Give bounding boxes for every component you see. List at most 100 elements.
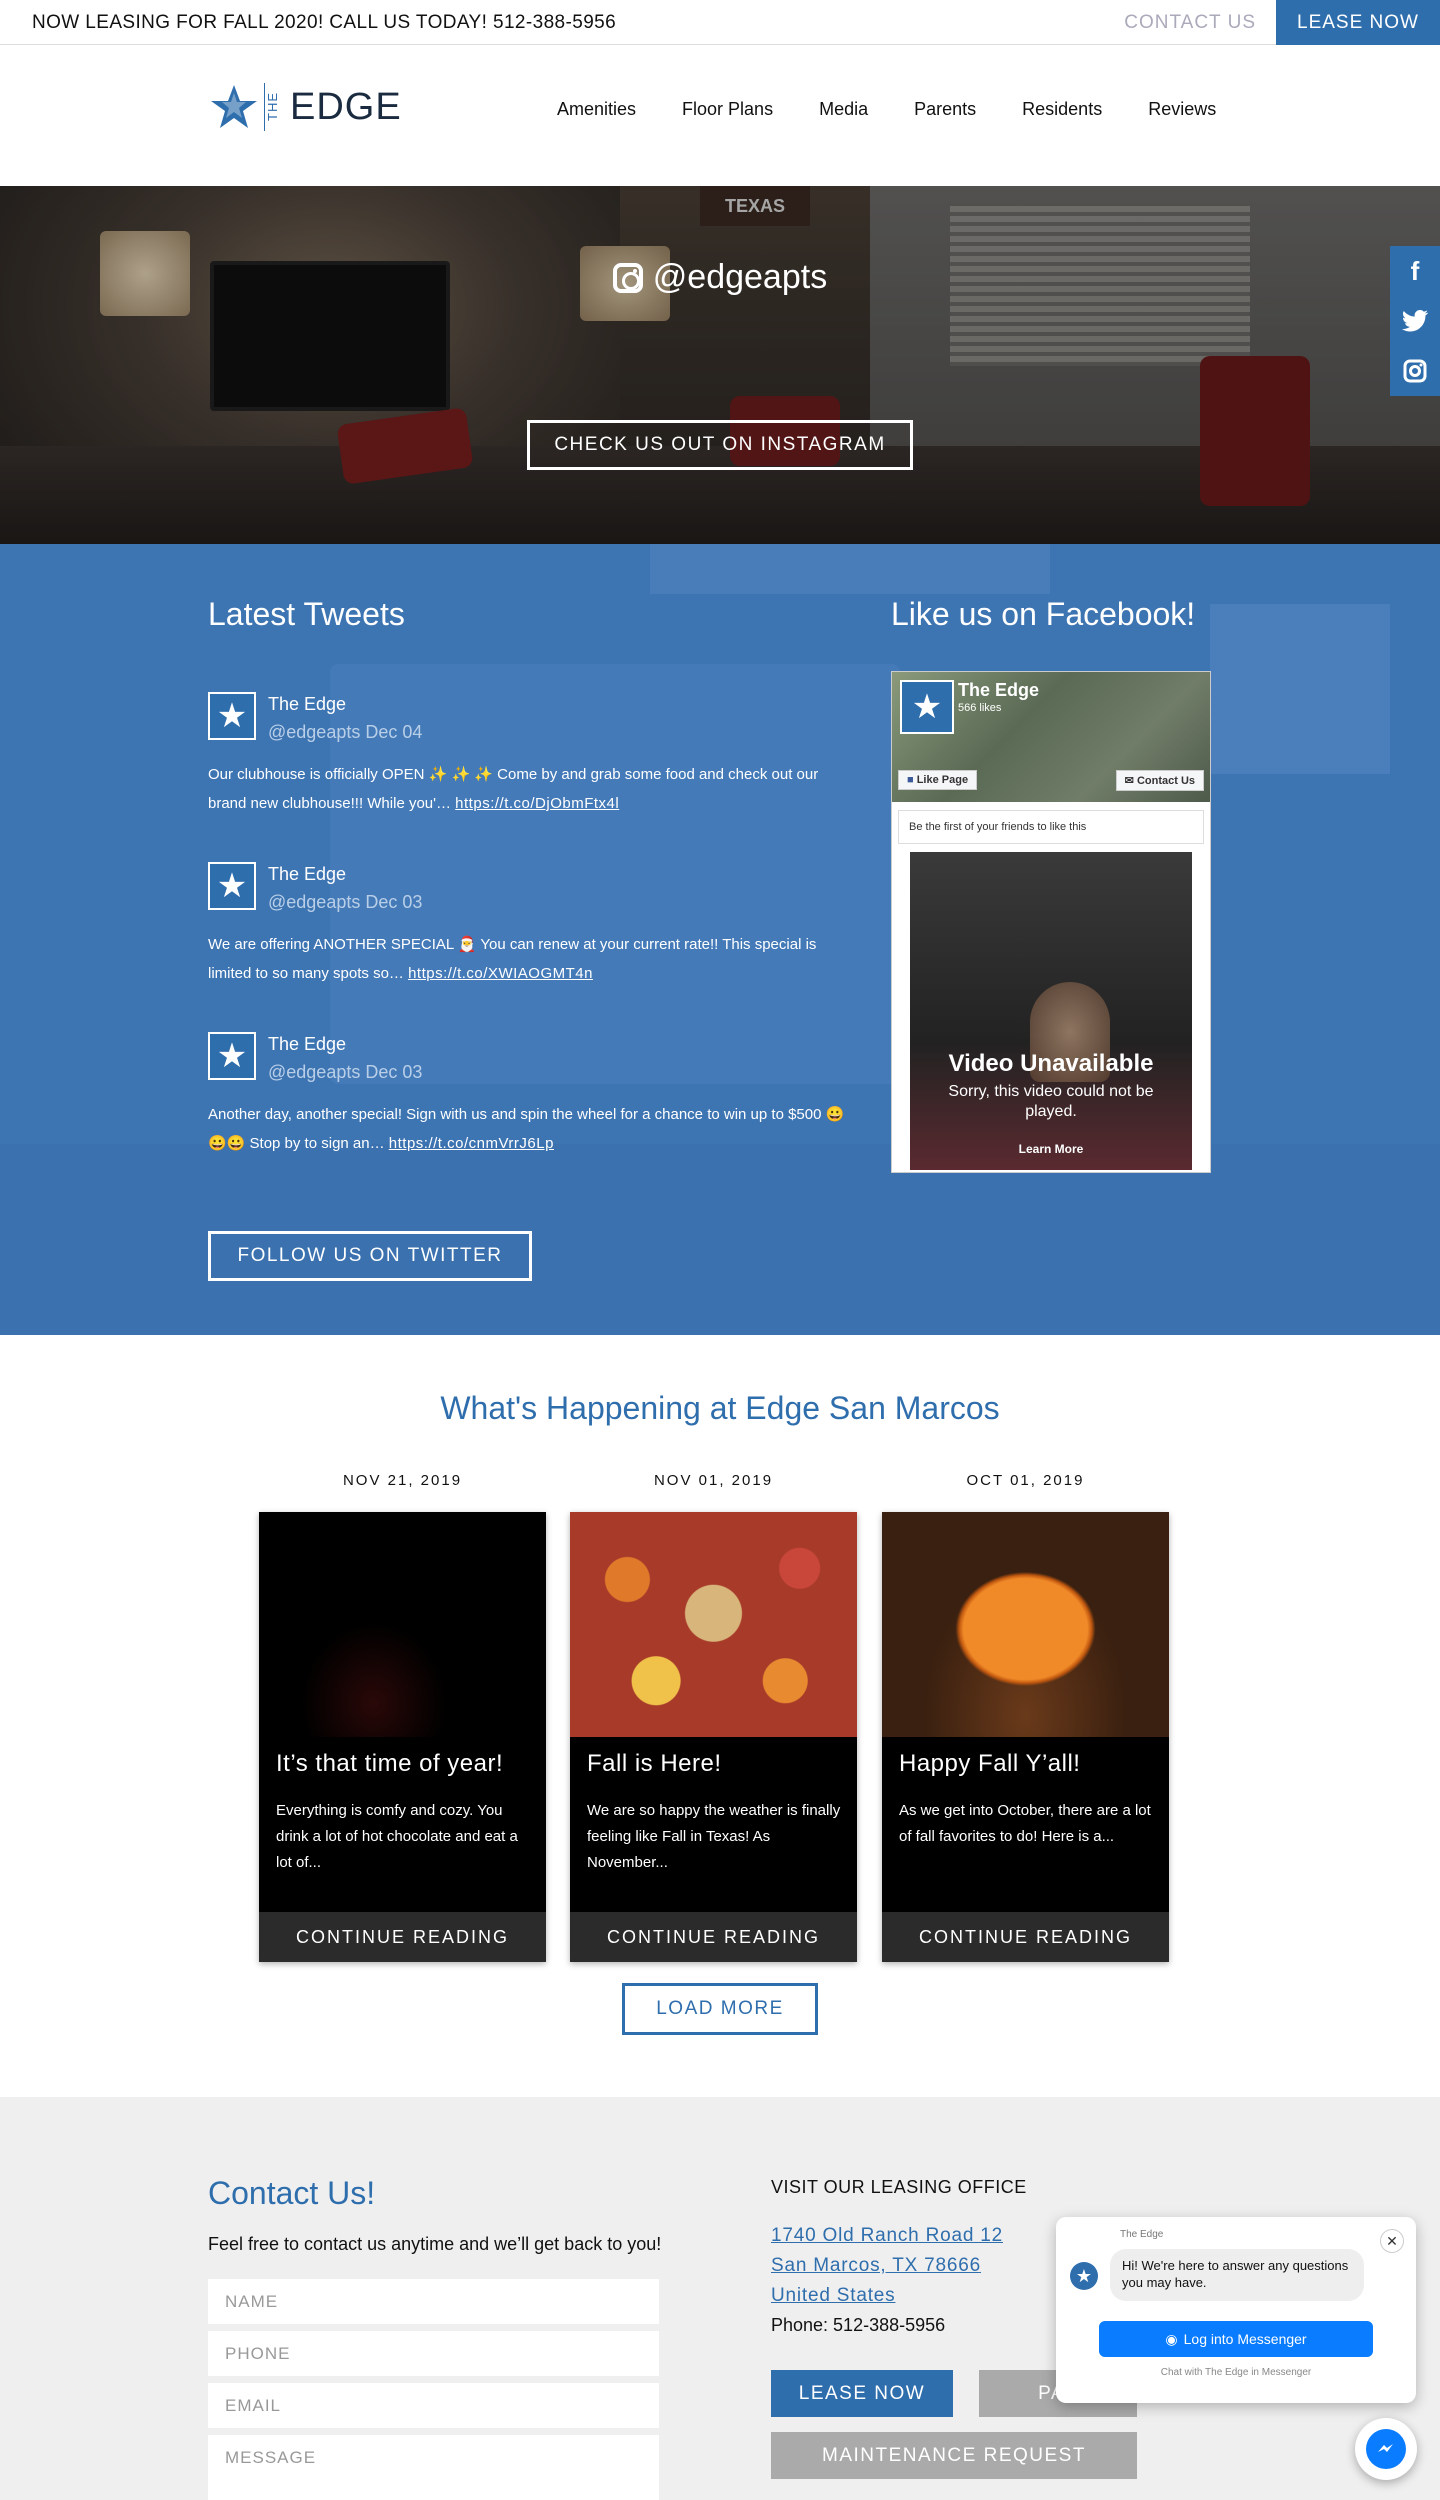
tweet-handle[interactable]: @edgeapts xyxy=(268,892,360,912)
messenger-chat-widget: The Edge ★ Hi! We're here to answer any … xyxy=(1056,2217,1416,2403)
post-date: NOV 01, 2019 xyxy=(653,1472,774,1489)
address-line-2[interactable]: San Marcos, TX 78666 xyxy=(771,2255,981,2277)
tweet-author[interactable]: The Edge xyxy=(268,694,346,715)
message-field[interactable]: MESSAGE xyxy=(208,2435,659,2500)
facebook-icon[interactable]: f xyxy=(1390,246,1440,296)
messenger-footer: Chat with The Edge in Messenger xyxy=(1160,2367,1312,2378)
facebook-contact-button[interactable]: ✉ Contact Us xyxy=(1115,770,1204,791)
post-date: OCT 01, 2019 xyxy=(966,1472,1085,1489)
nav-media[interactable]: Media xyxy=(819,99,868,120)
tweet-avatar-star-icon[interactable]: ★ xyxy=(208,862,256,910)
post-date: NOV 21, 2019 xyxy=(342,1472,463,1489)
messenger-launcher-button[interactable] xyxy=(1355,2418,1417,2480)
facebook-widget: ★ The Edge 566 likes ■ Like Page ✉ Conta… xyxy=(891,671,1211,1173)
nav-floor-plans[interactable]: Floor Plans xyxy=(682,99,773,120)
facebook-video[interactable]: Video Unavailable Sorry, this video coul… xyxy=(910,852,1192,1170)
instagram-button[interactable]: CHECK US OUT ON INSTAGRAM xyxy=(527,420,913,470)
follow-twitter-button[interactable]: FOLLOW US ON TWITTER xyxy=(208,1231,532,1281)
tweet-date: Dec 04 xyxy=(365,722,423,742)
post-card[interactable]: Fall is Here! We are so happy the weathe… xyxy=(570,1512,857,1962)
phone-field[interactable]: PHONE xyxy=(208,2331,659,2376)
facebook-f-icon: ■ xyxy=(907,774,917,786)
facebook-page-avatar-star-icon[interactable]: ★ xyxy=(900,680,954,734)
social-feed-section: Latest Tweets Like us on Facebook! ★ The… xyxy=(0,544,1440,1335)
tweet-author[interactable]: The Edge xyxy=(268,1034,346,1055)
nav-amenities[interactable]: Amenities xyxy=(557,99,636,120)
tweet-link[interactable]: https://t.co/XWIAOGMT4n xyxy=(408,965,593,982)
logo-the: THE xyxy=(264,83,284,131)
tweet-meta: @edgeapts Dec 04 xyxy=(268,722,422,743)
post-image-lights-tunnel[interactable] xyxy=(259,1512,546,1737)
facebook-contact-label: Contact Us xyxy=(1136,775,1195,787)
close-icon[interactable]: ✕ xyxy=(1380,2229,1404,2253)
post-image-pumpkin[interactable] xyxy=(882,1512,1169,1737)
instagram-handle[interactable]: @edgeapts xyxy=(0,258,1440,297)
tweet-link[interactable]: https://t.co/DjObmFtx4l xyxy=(455,795,619,812)
happening-heading: What's Happening at Edge San Marcos xyxy=(440,1390,1000,1426)
tweet-handle[interactable]: @edgeapts xyxy=(268,722,360,742)
messenger-icon xyxy=(1366,2429,1406,2469)
facebook-heading: Like us on Facebook! xyxy=(891,596,1196,632)
post-card[interactable]: It’s that time of year! Everything is co… xyxy=(259,1512,546,1962)
instagram-icon xyxy=(1403,359,1427,383)
site-header: THE EDGE Amenities Floor Plans Media Par… xyxy=(0,45,1440,186)
tweet-link[interactable]: https://t.co/cnmVrrJ6Lp xyxy=(389,1135,554,1152)
nav-residents[interactable]: Residents xyxy=(1022,99,1102,120)
hero-overlay xyxy=(0,186,1440,544)
tweet-avatar-star-icon[interactable]: ★ xyxy=(208,692,256,740)
footer-lease-now-button[interactable]: LEASE NOW xyxy=(771,2370,953,2417)
post-title[interactable]: It’s that time of year! xyxy=(276,1750,503,1778)
facebook-like-label: Like Page xyxy=(916,774,969,786)
facebook-friends-text: Be the first of your friends to like thi… xyxy=(898,810,1204,844)
load-more-button[interactable]: LOAD MORE xyxy=(622,1983,818,2035)
tweet-text: Our clubhouse is officially OPEN ✨ ✨ ✨ C… xyxy=(208,760,848,818)
address-line-3[interactable]: United States xyxy=(771,2285,895,2307)
facebook-like-button[interactable]: ■ Like Page xyxy=(898,770,978,790)
top-bar: NOW LEASING FOR FALL 2020! CALL US TODAY… xyxy=(0,0,1440,45)
continue-reading-button[interactable]: CONTINUE READING xyxy=(570,1912,857,1962)
continue-reading-button[interactable]: CONTINUE READING xyxy=(882,1912,1169,1962)
facebook-cover-image[interactable]: ★ The Edge 566 likes ■ Like Page ✉ Conta… xyxy=(892,672,1210,802)
tweet-handle[interactable]: @edgeapts xyxy=(268,1062,360,1082)
tweet-meta: @edgeapts Dec 03 xyxy=(268,892,422,913)
post-title[interactable]: Happy Fall Y’all! xyxy=(899,1750,1080,1778)
tweet-meta: @edgeapts Dec 03 xyxy=(268,1062,422,1083)
tweet-date: Dec 03 xyxy=(365,1062,423,1082)
instagram-sidebar-icon[interactable] xyxy=(1390,346,1440,396)
facebook-page-name[interactable]: The Edge xyxy=(958,680,1039,701)
blog-post-card: NOV 01, 2019 Fall is Here! We are so hap… xyxy=(570,1472,857,1962)
name-field[interactable]: NAME xyxy=(208,2279,659,2324)
envelope-icon: ✉ xyxy=(1124,775,1137,787)
post-card[interactable]: Happy Fall Y’all! As we get into October… xyxy=(882,1512,1169,1962)
site-logo[interactable]: THE EDGE xyxy=(210,83,402,131)
messenger-page-name: The Edge xyxy=(1120,2229,1164,2240)
tweet-avatar-star-icon[interactable]: ★ xyxy=(208,1032,256,1080)
email-field[interactable]: EMAIL xyxy=(208,2383,659,2428)
nav-parents[interactable]: Parents xyxy=(914,99,976,120)
instagram-icon xyxy=(612,262,643,293)
latest-tweets-heading: Latest Tweets xyxy=(208,596,405,632)
messenger-login-label: Log into Messenger xyxy=(1183,2331,1307,2347)
post-title[interactable]: Fall is Here! xyxy=(587,1750,722,1778)
address-line-1[interactable]: 1740 Old Ranch Road 12 xyxy=(771,2225,1003,2247)
contact-heading: Contact Us! xyxy=(208,2175,376,2211)
instagram-hero: TEXAS @edgeapts CHECK US OUT ON INSTAGRA… xyxy=(0,186,1440,544)
continue-reading-button[interactable]: CONTINUE READING xyxy=(259,1912,546,1962)
instagram-handle-text: @edgeapts xyxy=(652,258,828,296)
nav-reviews[interactable]: Reviews xyxy=(1148,99,1216,120)
contact-us-link[interactable]: CONTACT US xyxy=(1124,12,1256,34)
lease-now-button[interactable]: LEASE NOW xyxy=(1276,0,1440,45)
maintenance-request-button[interactable]: MAINTENANCE REQUEST xyxy=(771,2432,1137,2479)
logo-edge: EDGE xyxy=(290,85,402,128)
twitter-icon[interactable] xyxy=(1390,296,1440,346)
post-image-thanksgiving-table[interactable] xyxy=(570,1512,857,1737)
tweet-text: Another day, another special! Sign with … xyxy=(208,1100,848,1158)
messenger-avatar-star-icon: ★ xyxy=(1070,2262,1098,2290)
tweet-author[interactable]: The Edge xyxy=(268,864,346,885)
facebook-likes-count: 566 likes xyxy=(958,702,1002,714)
video-learn-more-link[interactable]: Learn More xyxy=(910,1142,1192,1156)
tweet-date: Dec 03 xyxy=(365,892,423,912)
messenger-login-button[interactable]: ◉ Log into Messenger xyxy=(1099,2321,1373,2357)
twitter-bird-icon xyxy=(1402,310,1428,332)
star-logo-icon xyxy=(211,85,257,128)
